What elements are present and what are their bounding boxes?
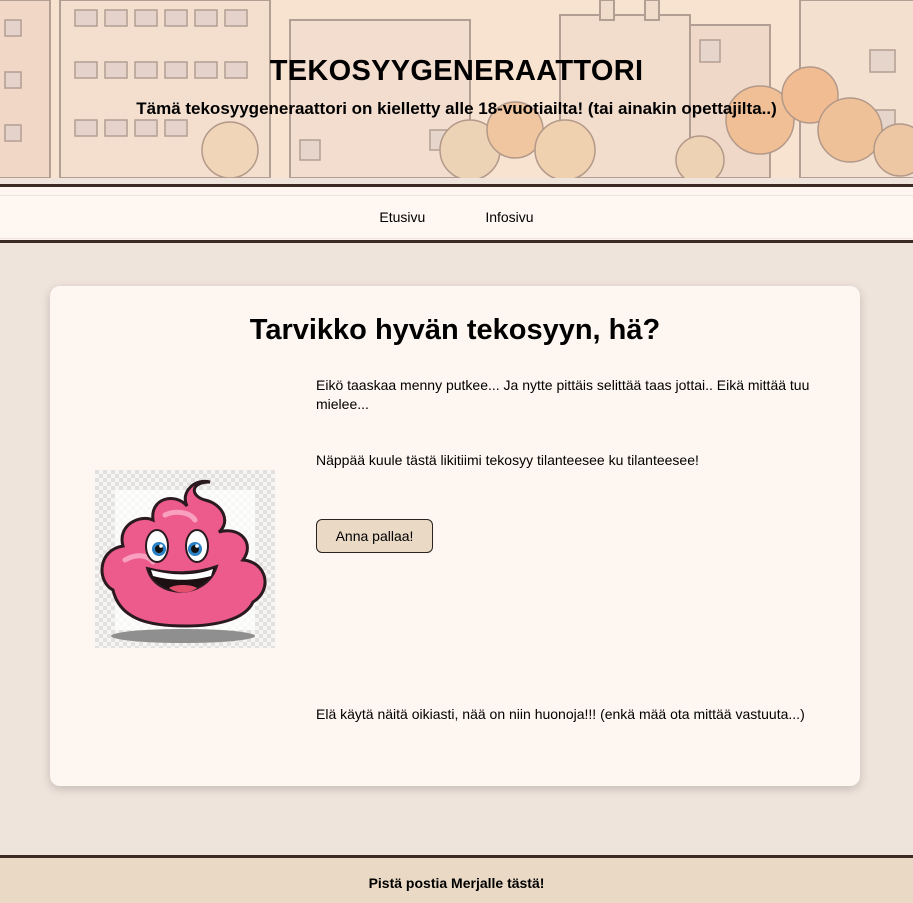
page-heading: Tarvikko hyvän tekosyyn, hä?	[249, 314, 661, 346]
header-overlay	[0, 0, 913, 178]
site-subtitle: Tämä tekosyygeneraattori on kielletty al…	[136, 99, 777, 118]
disclaimer-text: Elä käytä näitä oikiasti, nää on niin hu…	[316, 706, 805, 722]
content-card: Tarvikko hyvän tekosyyn, hä? Eikö taaska…	[50, 286, 860, 786]
intro-text: Eikö taaskaa menny putkee... Ja nytte pi…	[316, 377, 810, 412]
site-footer: Pistä postia Merjalle tästä!	[0, 855, 913, 903]
site-title: TEKOSYYGENERAATTORI	[269, 55, 644, 87]
instruction-text: Näppää kuule tästä likitiimi tekosyy til…	[316, 452, 699, 468]
contact-link[interactable]: Pistä postia Merjalle tästä!	[369, 875, 545, 891]
site-header: TEKOSYYGENERAATTORI Tämä tekosyygeneraat…	[0, 0, 913, 178]
nav-link-infosivu[interactable]: Infosivu	[485, 209, 533, 225]
nav-link-etusivu[interactable]: Etusivu	[379, 209, 425, 225]
main-navigation: Etusivu Infosivu	[0, 184, 913, 243]
poop-mascot-image	[95, 470, 275, 648]
nav-links: Etusivu Infosivu	[0, 195, 913, 239]
generate-excuse-button[interactable]: Anna pallaa!	[316, 519, 433, 553]
